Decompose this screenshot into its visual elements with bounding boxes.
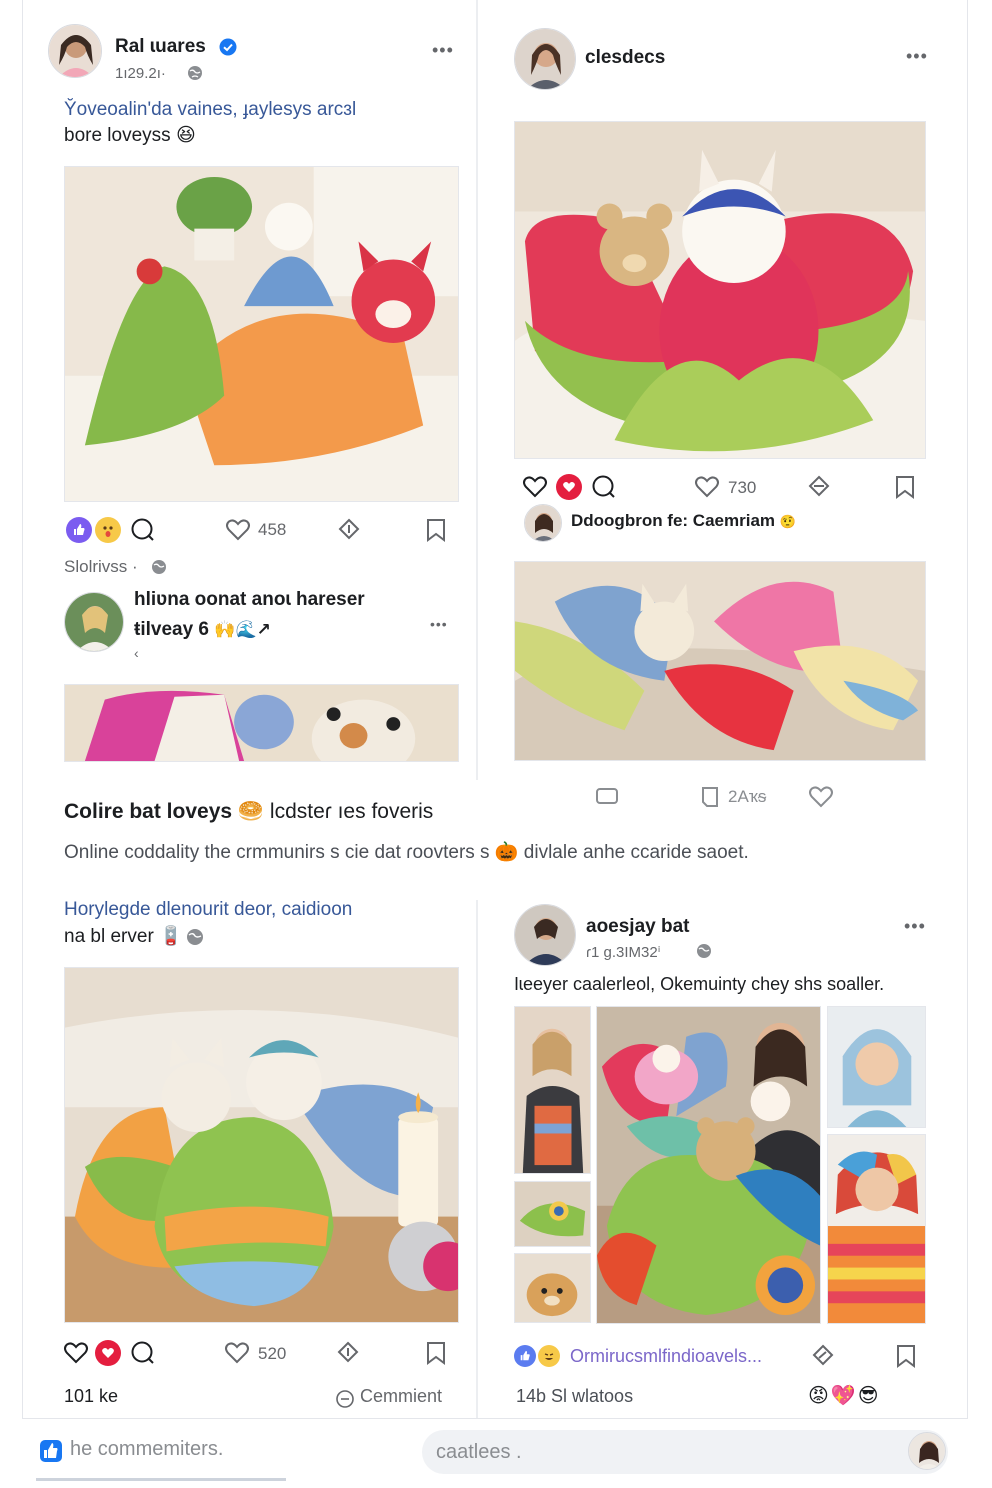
post2-avatar[interactable] xyxy=(514,28,576,90)
post4-text: Iɩeeyer caalerleol, Okemuinty chey shs s… xyxy=(514,974,885,994)
post3-like-heart-icon[interactable] xyxy=(224,1340,250,1366)
comment-line2: ŧilveay 6 🙌🌊↗ xyxy=(134,617,271,643)
post1-photo[interactable] xyxy=(64,166,459,502)
post4-bookmark-icon[interactable] xyxy=(894,1343,918,1369)
post2-comment-icon[interactable] xyxy=(591,474,617,500)
comment-reaction-marks: 🙌🌊↗ xyxy=(214,620,271,639)
composer-user-avatar[interactable] xyxy=(908,1432,946,1470)
post1-text-line2-body: bore loveyss xyxy=(64,125,171,146)
post2-tagline-text: Ddoogbron fe: Caemriam xyxy=(571,511,776,530)
post2-bottom-heart-icon[interactable] xyxy=(808,784,834,810)
post3-globe-icon xyxy=(186,928,204,946)
post2-heart-icon[interactable] xyxy=(522,474,548,500)
post3-comment-label-icon xyxy=(334,1388,356,1410)
post4-globe-icon xyxy=(696,943,712,959)
column-divider xyxy=(476,0,478,780)
composer-comment-input[interactable]: he commemiters. xyxy=(70,1438,223,1461)
post4-avatar[interactable] xyxy=(514,904,576,966)
post2-share-icon[interactable] xyxy=(806,474,832,500)
post3-comment-label[interactable]: Cemmient xyxy=(360,1386,442,1407)
comment-more-dots-icon[interactable]: ••• xyxy=(430,616,448,632)
post4-footer-emojis: 😡💖😎 xyxy=(808,1385,881,1407)
post4-share-icon[interactable] xyxy=(810,1343,836,1369)
post4-grid-photo-5[interactable] xyxy=(827,1134,926,1324)
section-headline-rest: lcdsteɾ ıes foveris xyxy=(269,800,434,823)
post3-bookmark-icon[interactable] xyxy=(424,1340,448,1366)
comment-reply-icon[interactable]: ‹ xyxy=(134,645,139,661)
post2-share-count: 2Aҡᵴ xyxy=(728,787,767,806)
verified-badge-icon xyxy=(219,38,237,56)
commenter-avatar[interactable] xyxy=(64,592,124,652)
section-desc-rest: divlale anhe ccaride saoet. xyxy=(523,842,749,863)
post3-comment-icon[interactable] xyxy=(130,1340,156,1366)
post4-grid-photo-1[interactable] xyxy=(514,1006,591,1174)
post1-timestamp[interactable]: 1ı29.2ı· xyxy=(115,65,166,82)
comment-line2-body: ŧilveay 6 xyxy=(134,619,209,640)
post1-avatar[interactable] xyxy=(48,24,102,78)
post1-share-icon[interactable] xyxy=(336,517,362,543)
post3-text-line1: Horylegde dlenourit deor, caidioon xyxy=(64,899,353,920)
comment-line1: hliʋna oonat anoɩ hareser xyxy=(134,589,365,610)
post3-share-icon[interactable] xyxy=(335,1340,361,1366)
post4-grid-photo-main[interactable] xyxy=(596,1006,821,1324)
post4-timestamp[interactable]: ɾ1 g.3IM32ⁱ xyxy=(586,943,660,961)
post1-more-dots-icon[interactable]: ••• xyxy=(432,40,454,61)
post1-heart-icon[interactable] xyxy=(225,517,251,543)
post4-grid-photo-3[interactable] xyxy=(514,1253,591,1323)
column-divider-lower xyxy=(476,900,478,1420)
post4-grid-photo-2[interactable] xyxy=(514,1181,591,1247)
section-headline-text: Colire bat loveys xyxy=(64,800,233,823)
post1-like-reaction-icon[interactable] xyxy=(66,517,92,543)
post3-heart-icon[interactable] xyxy=(63,1340,89,1366)
post4-author-name[interactable]: aoesjay bat xyxy=(586,916,690,938)
post2-more-dots-icon[interactable]: ••• xyxy=(906,46,928,67)
post2-author-name[interactable]: clesdecs xyxy=(585,47,665,69)
composer-like-icon[interactable] xyxy=(38,1438,64,1464)
post1-second-photo[interactable] xyxy=(64,684,459,762)
section-desc-text: Online coddality the crmmunirs s cie dat… xyxy=(64,842,490,863)
post3-text-line2: na bl erver 🪫 xyxy=(64,924,183,950)
post1-bookmark-icon[interactable] xyxy=(424,517,448,543)
post2-comment-bubble-icon[interactable] xyxy=(594,784,620,810)
post1-author-name[interactable]: Ral ɩuares xyxy=(115,36,206,58)
post4-like-reaction-icon[interactable] xyxy=(514,1345,536,1367)
section-desc-emoji: 🎃 xyxy=(494,842,519,863)
post2-tag-avatar[interactable] xyxy=(524,504,562,542)
post4-more-dots-icon[interactable]: ••• xyxy=(904,916,926,937)
globe-icon xyxy=(187,65,203,81)
post2-tag-emoji: 🤨 xyxy=(779,514,796,529)
composer-search-placeholder: caatlees . xyxy=(436,1440,522,1463)
post4-reaction-label[interactable]: Ormirucsmlfindioavels... xyxy=(570,1346,762,1367)
section-headline-emoji: 🥯 xyxy=(237,800,265,823)
post3-text-line2-body: na bl erver xyxy=(64,926,154,947)
post1-like-count: 458 xyxy=(258,520,287,539)
section-description: Online coddality the crmmunirs s cie dat… xyxy=(64,840,764,865)
post2-like-count: 730 xyxy=(728,478,757,497)
post1-text-line2: bore loveyss 😆 xyxy=(64,123,196,149)
post4-haha-reaction-icon[interactable] xyxy=(538,1345,560,1367)
post2-tagline: Ddoogbron fe: Caemriam 🤨 xyxy=(571,511,796,531)
section-headline: Colire bat loveys 🥯 lcdsteɾ ıes foveris xyxy=(64,800,433,824)
composer-underline xyxy=(36,1478,286,1481)
post3-love-reaction-icon[interactable] xyxy=(95,1340,121,1366)
post1-wow-reaction-icon[interactable] xyxy=(95,517,121,543)
post2-repost-icon[interactable] xyxy=(698,784,722,810)
post2-second-photo[interactable] xyxy=(514,561,926,761)
post1-subinfo: Slolrivss · xyxy=(64,557,138,576)
post2-love-reaction-icon[interactable] xyxy=(556,474,582,500)
post3-like-label[interactable]: 101 ke xyxy=(64,1386,118,1407)
post1-globe-icon xyxy=(151,559,167,575)
post1-text-line1: Y̆oveoalin'da vaines, ɟaylesys arcɜl xyxy=(64,99,357,120)
post1-comment-icon[interactable] xyxy=(130,517,156,543)
post2-like-heart-icon[interactable] xyxy=(694,474,720,500)
post4-count-label[interactable]: 14b Sl wlatoos xyxy=(516,1386,633,1407)
post3-emoji: 🪫 xyxy=(159,926,183,947)
post4-grid-photo-4[interactable] xyxy=(827,1006,926,1128)
post2-bookmark-icon[interactable] xyxy=(893,474,917,500)
post3-photo[interactable] xyxy=(64,967,459,1323)
composer-search-input[interactable]: caatlees . xyxy=(422,1430,948,1474)
post2-photo[interactable] xyxy=(514,121,926,459)
post1-emoji: 😆 xyxy=(175,125,196,146)
post3-like-count: 520 xyxy=(258,1344,287,1363)
